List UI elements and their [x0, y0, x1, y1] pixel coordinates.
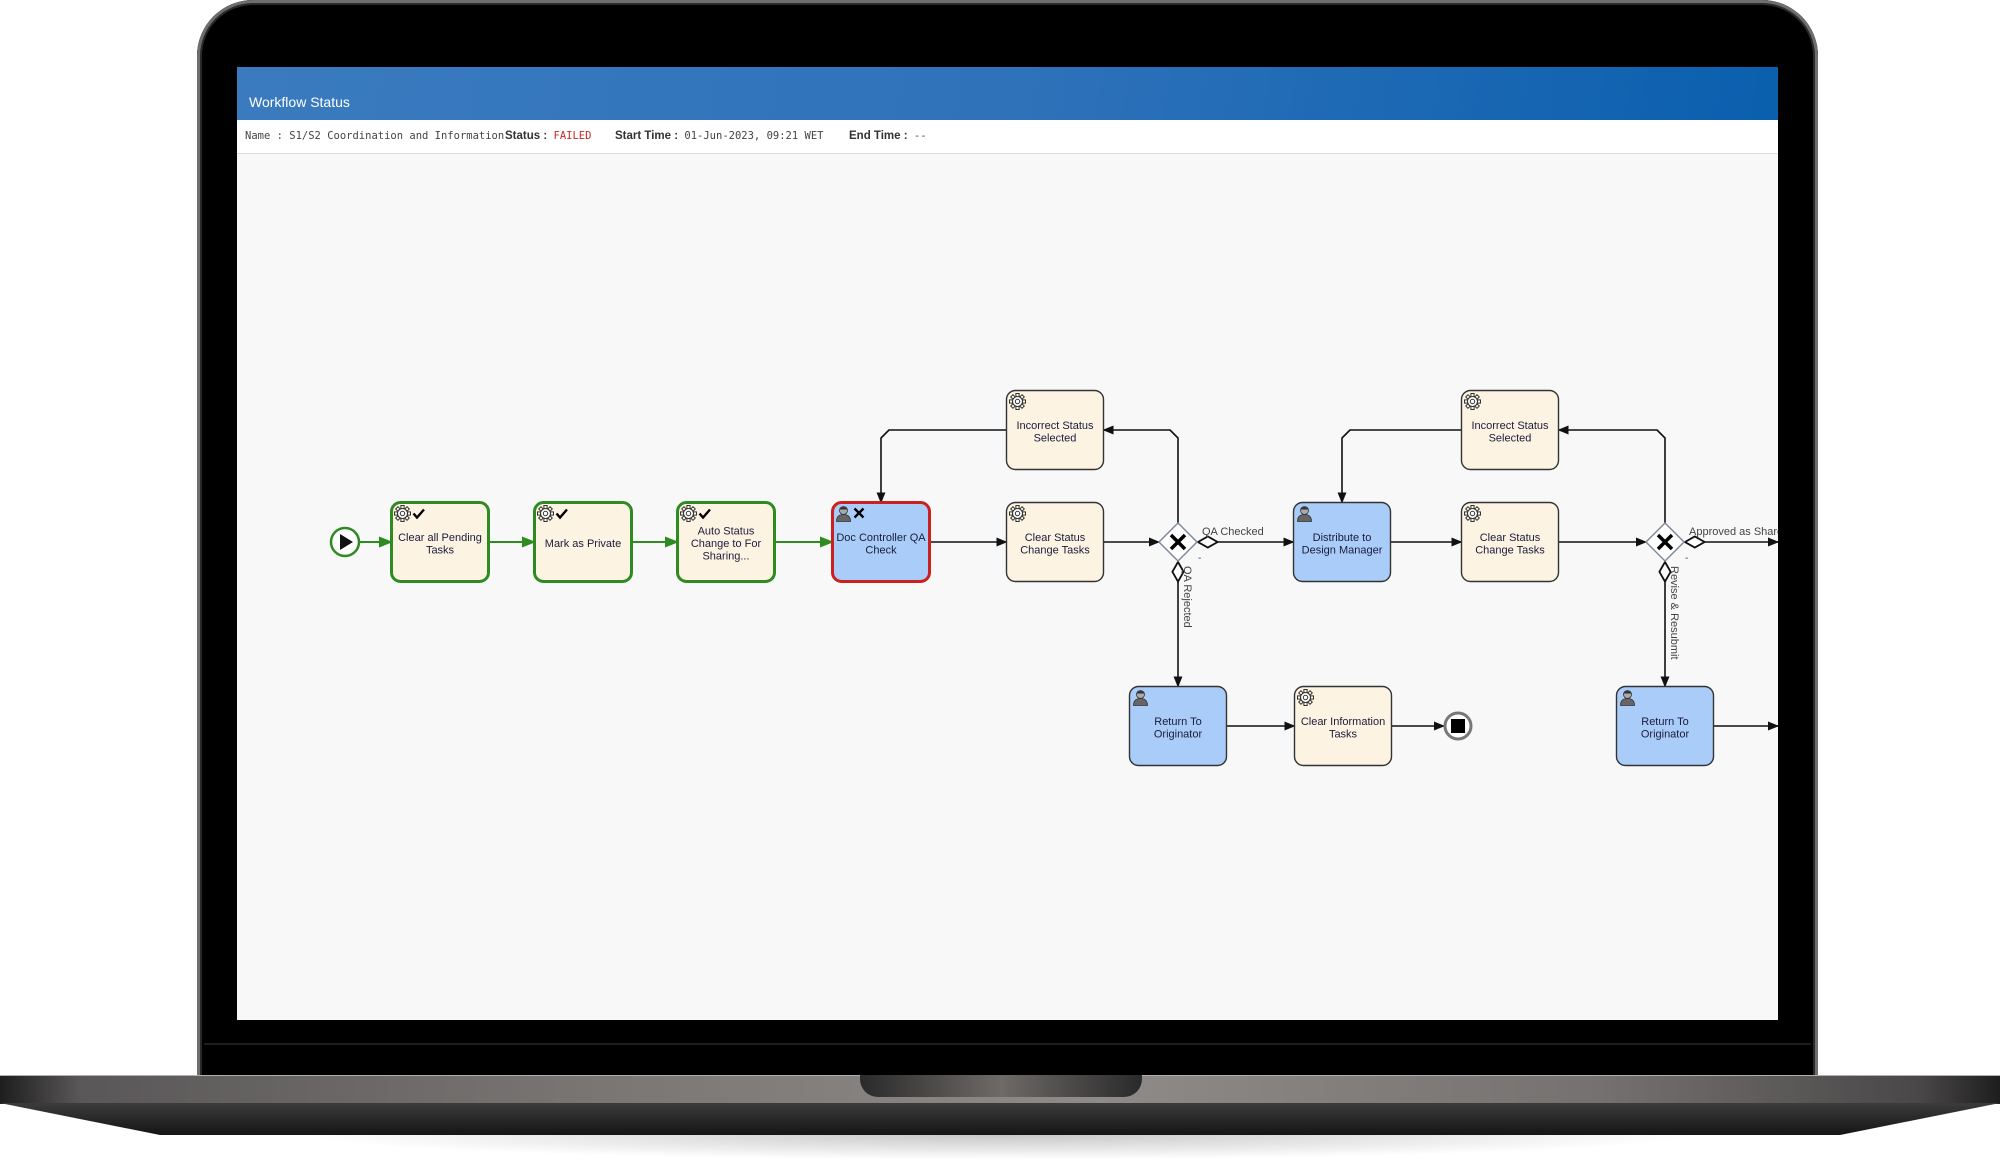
task-label: Selected [1034, 432, 1077, 444]
screen: Workflow Status Name : S1/S2 Coordinatio… [237, 67, 1778, 1020]
task-t5[interactable]: Clear StatusChange Tasks [1005, 501, 1105, 583]
task-label: Selected [1489, 432, 1532, 444]
task-label: Change to For [691, 538, 762, 550]
task-label: Sharing... [702, 551, 749, 563]
workflow-status: Status : FAILED [505, 130, 591, 142]
status-label: Status : [505, 130, 548, 142]
workflow-name: Name : S1/S2 Coordination and Informatio… [245, 130, 504, 142]
task-label: Check [865, 544, 897, 556]
task-label: Clear Status [1480, 532, 1541, 544]
task-label: Change Tasks [1020, 544, 1090, 556]
flow-default-mark: - [1198, 553, 1201, 564]
task-label: Distribute to [1313, 532, 1372, 544]
task-t9[interactable]: Distribute toDesign Manager [1292, 501, 1392, 583]
task-t6[interactable]: Incorrect StatusSelected [1005, 389, 1105, 471]
task-t7[interactable]: Return ToOriginator [1128, 685, 1228, 767]
task-label: Return To [1641, 716, 1689, 728]
start-event[interactable] [329, 526, 361, 558]
flow-t6-t4 [876, 429, 1007, 504]
task-label: Design Manager [1302, 544, 1383, 556]
task-t3[interactable]: Auto StatusChange to ForSharing... [676, 501, 776, 583]
start-time-value: 01-Jun-2023, 09:21 WET [684, 130, 824, 142]
task-t12[interactable]: Return ToOriginator [1615, 685, 1715, 767]
task-t11[interactable]: Incorrect StatusSelected [1460, 389, 1560, 471]
task-label: Clear all Pending [398, 532, 482, 544]
task-label: Doc Controller QA [836, 532, 926, 544]
task-label: Mark as Private [545, 538, 621, 550]
end-event[interactable] [1443, 711, 1473, 741]
task-label: Return To [1154, 716, 1202, 728]
end-time: End Time : -- [849, 130, 927, 142]
task-label: Originator [1154, 728, 1203, 740]
stop-icon [1451, 719, 1465, 733]
exclusive-gateway-g1[interactable] [1157, 521, 1199, 563]
task-label: Originator [1641, 728, 1690, 740]
start-time: Start Time : 01-Jun-2023, 09:21 WET [615, 130, 823, 142]
task-label: Tasks [1329, 728, 1358, 740]
name-label: Name : [245, 130, 283, 142]
workflow-diagram: Clear all PendingTasksMark as PrivateAut… [329, 389, 1778, 767]
task-t10[interactable]: Clear StatusChange Tasks [1460, 501, 1560, 583]
end-time-value: -- [913, 130, 927, 142]
task-label: Incorrect Status [1016, 420, 1094, 432]
exclusive-gateway-g2[interactable] [1644, 521, 1686, 563]
workflow-info-bar: Name : S1/S2 Coordination and Informatio… [237, 120, 1778, 154]
task-t1[interactable]: Clear all PendingTasks [390, 501, 490, 583]
task-label: Change Tasks [1475, 544, 1545, 556]
laptop-base-bottom [0, 1103, 2000, 1135]
page-title: Workflow Status [249, 94, 350, 110]
flow-label-approved-as-shared: Approved as Shared [1689, 526, 1778, 538]
end-time-label: End Time : [849, 130, 908, 142]
laptop-chin [204, 1043, 1811, 1045]
window-header: Workflow Status [237, 67, 1778, 120]
laptop-notch [860, 1075, 1142, 1097]
laptop-shadow [300, 1135, 1700, 1160]
flow-label-revise-resubmit: Revise & Resubmit [1668, 566, 1680, 660]
task-label: Clear Information [1301, 716, 1385, 728]
name-value: S1/S2 Coordination and Information [289, 130, 505, 142]
flow-g2-t11 [1557, 425, 1666, 523]
flow-g1-t6 [1102, 425, 1179, 523]
start-time-label: Start Time : [615, 130, 679, 142]
flow-label-qa-checked: QA Checked [1202, 526, 1264, 538]
task-t4[interactable]: Doc Controller QACheck [831, 501, 931, 583]
laptop-base [0, 1075, 2000, 1135]
status-badge: FAILED [553, 130, 592, 142]
task-label: Tasks [426, 544, 455, 556]
task-label: Auto Status [698, 526, 755, 538]
task-t8[interactable]: Clear InformationTasks [1293, 685, 1393, 767]
workflow-canvas[interactable]: Clear all Pending Tasks Mark as Private Aut… [237, 154, 1778, 1020]
task-t2[interactable]: Mark as Private [533, 501, 633, 583]
flow-label-qa-rejected: QA Rejected [1181, 566, 1193, 628]
task-label: Clear Status [1025, 532, 1086, 544]
flow-t11-t9 [1337, 429, 1462, 504]
flow-default-mark: - [1685, 553, 1688, 564]
task-label: Incorrect Status [1471, 420, 1549, 432]
